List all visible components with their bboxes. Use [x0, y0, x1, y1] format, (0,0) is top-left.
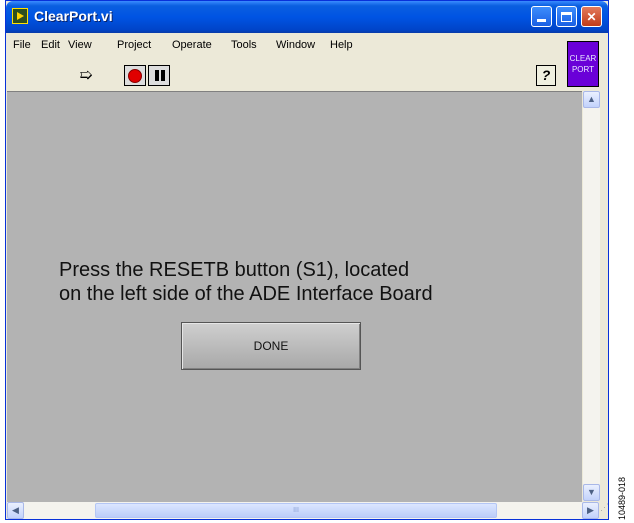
menu-operate[interactable]: Operate — [172, 39, 212, 51]
maximize-icon — [561, 11, 572, 22]
run-arrow-icon[interactable]: ➯ — [74, 65, 98, 86]
close-icon: ✕ — [586, 9, 597, 24]
resize-grip-icon[interactable]: ⋰ — [600, 502, 609, 519]
menu-file[interactable]: File — [13, 39, 31, 51]
scroll-left-icon[interactable]: ◀ — [7, 502, 24, 519]
labview-window: ClearPort.vi ✕ File Edit View Project Op… — [5, 0, 609, 520]
menu-edit[interactable]: Edit — [41, 39, 60, 51]
message-line-2: on the left side of the ADE Interface Bo… — [59, 283, 433, 305]
menu-help[interactable]: Help — [330, 39, 353, 51]
minimize-icon — [537, 19, 546, 22]
menu-tools[interactable]: Tools — [231, 39, 257, 51]
front-panel: Press the RESETB button (S1), located on… — [7, 91, 582, 502]
horizontal-scroll-thumb[interactable]: III — [95, 503, 497, 518]
message-line-1: Press the RESETB button (S1), located — [59, 259, 410, 281]
vertical-scrollbar[interactable]: ▲ ▼ — [583, 91, 600, 501]
done-button[interactable]: DONE — [181, 322, 361, 370]
abort-execution-button[interactable] — [124, 65, 146, 86]
vi-icon-line2: PORT — [571, 65, 595, 74]
minimize-button[interactable] — [531, 6, 552, 27]
context-help-button[interactable]: ? — [536, 65, 556, 86]
menu-bar: File Edit View Project Operate Tools Win… — [6, 34, 566, 56]
menu-view[interactable]: View — [68, 39, 92, 51]
vi-icon-line1: CLEAR — [569, 54, 597, 63]
title-bar[interactable]: ClearPort.vi ✕ — [6, 1, 608, 33]
maximize-button[interactable] — [556, 6, 577, 27]
labview-app-icon[interactable] — [12, 8, 28, 24]
scroll-down-icon[interactable]: ▼ — [583, 484, 600, 501]
scroll-up-icon[interactable]: ▲ — [583, 91, 600, 108]
pause-button[interactable] — [148, 65, 170, 86]
toolbar: ➯ ? — [6, 61, 566, 89]
horizontal-scrollbar[interactable]: ◀ III ▶ — [7, 502, 599, 519]
menu-project[interactable]: Project — [117, 39, 151, 51]
figure-id: 10489-018 — [617, 476, 627, 520]
menu-window[interactable]: Window — [276, 39, 315, 51]
vi-icon[interactable]: CLEAR PORT — [567, 41, 599, 87]
scroll-right-icon[interactable]: ▶ — [582, 502, 599, 519]
window-title: ClearPort.vi — [34, 8, 113, 24]
instruction-message: Press the RESETB button (S1), located on… — [59, 258, 433, 306]
close-button[interactable]: ✕ — [581, 6, 602, 27]
